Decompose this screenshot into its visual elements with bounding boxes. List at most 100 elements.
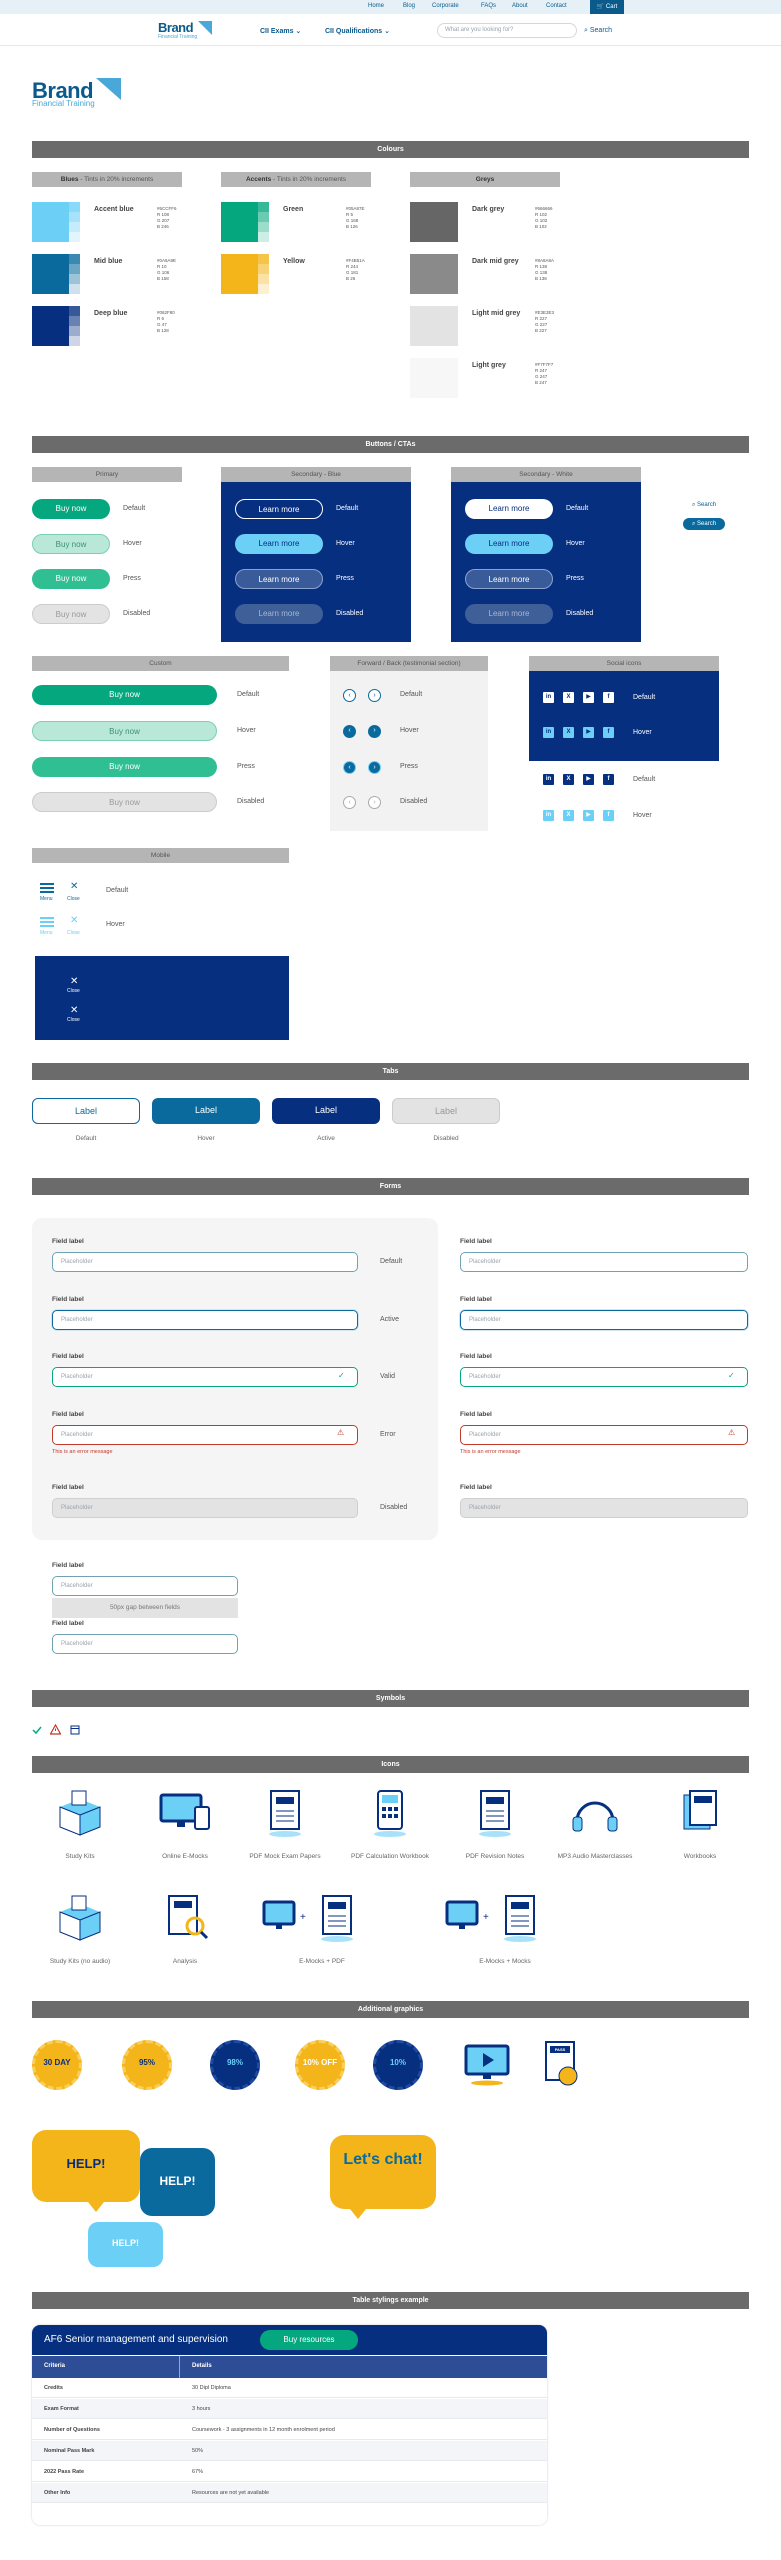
- state-label: Disabled: [380, 1504, 408, 1511]
- text-field[interactable]: Placeholder: [52, 1252, 358, 1272]
- learn-more-blue-button[interactable]: Learn more: [235, 499, 323, 519]
- learn-more-blue-button: Learn more: [235, 604, 323, 624]
- error-message: This is an error message: [52, 1449, 113, 1455]
- table-heading: AF6 Senior management and supervision: [44, 2334, 228, 2345]
- menu-icon-bar: [40, 921, 54, 923]
- search-icon: ⌕: [691, 521, 696, 527]
- close-icon[interactable]: ✕: [70, 881, 78, 892]
- util-link-blog[interactable]: Blog: [403, 3, 415, 9]
- nav-item-cii-exams[interactable]: CII Exams ⌄: [260, 27, 301, 35]
- search-text-button[interactable]: ⌕ Search: [683, 499, 725, 511]
- back-arrow-icon[interactable]: ‹: [343, 725, 356, 738]
- search-button[interactable]: ⌕ Search: [584, 27, 612, 35]
- search-pill-button[interactable]: ⌕ Search: [683, 518, 725, 530]
- buy-now-button[interactable]: Buy now: [32, 499, 110, 519]
- field-label: Field label: [52, 1353, 84, 1360]
- table-row: Other Info Resources are not yet availabl…: [32, 2483, 547, 2503]
- text-field[interactable]: Placeholder: [52, 1425, 358, 1445]
- section-forms: Forms: [32, 1178, 749, 1195]
- table-row: Exam Format 3 hours: [32, 2399, 547, 2419]
- hero-logo-mark-icon: [96, 78, 121, 100]
- table-cell-criteria: Nominal Pass Mark: [44, 2448, 95, 2454]
- facebook-icon[interactable]: f: [603, 774, 614, 785]
- x-icon[interactable]: X: [563, 810, 574, 821]
- colour-tint: [69, 306, 80, 316]
- field-label: Field label: [460, 1353, 492, 1360]
- colour-swatch: [221, 254, 269, 294]
- facebook-icon[interactable]: f: [603, 727, 614, 738]
- search-input[interactable]: What are you looking for?: [437, 23, 577, 38]
- nav-item-cii-qualifications[interactable]: CII Qualifications ⌄: [325, 27, 390, 35]
- cart-button[interactable]: 🛒 Cart: [590, 0, 624, 14]
- util-link-home[interactable]: Home: [368, 3, 384, 9]
- buy-now-button[interactable]: Buy now: [32, 534, 110, 554]
- online-e-mocks-icon: [155, 1787, 215, 1847]
- buy-now-button[interactable]: Buy now: [32, 569, 110, 589]
- text-field: Placeholder: [460, 1498, 748, 1518]
- util-link-corporate[interactable]: Corporate: [432, 3, 459, 9]
- text-field[interactable]: Placeholder: [52, 1310, 358, 1330]
- youtube-icon[interactable]: ▶: [583, 810, 594, 821]
- learn-more-white-button[interactable]: Learn more: [465, 534, 553, 554]
- menu-label: Menu: [40, 896, 53, 902]
- youtube-icon[interactable]: ▶: [583, 727, 594, 738]
- custom-buy-now-button[interactable]: Buy now: [32, 721, 217, 741]
- buy-resources-button[interactable]: Buy resources: [260, 2330, 358, 2350]
- util-link-faqs[interactable]: FAQs: [481, 3, 496, 9]
- text-field[interactable]: Placeholder: [52, 1576, 238, 1596]
- x-icon[interactable]: X: [563, 774, 574, 785]
- linkedin-icon[interactable]: in: [543, 727, 554, 738]
- learn-more-blue-button[interactable]: Learn more: [235, 534, 323, 554]
- close-icon[interactable]: ✕: [70, 1005, 78, 1016]
- text-field[interactable]: Placeholder: [460, 1252, 748, 1272]
- custom-buy-now-button[interactable]: Buy now: [32, 757, 217, 777]
- close-icon[interactable]: ✕: [70, 915, 78, 926]
- state-label: Press: [336, 575, 354, 582]
- state-label: Press: [237, 763, 255, 770]
- youtube-icon[interactable]: ▶: [583, 774, 594, 785]
- tab-caption: Hover: [197, 1135, 215, 1142]
- youtube-icon[interactable]: ▶: [583, 692, 594, 703]
- text-field[interactable]: Placeholder: [52, 1367, 358, 1387]
- state-label: Press: [123, 575, 141, 582]
- col-divider: [179, 2356, 180, 2378]
- linkedin-icon[interactable]: in: [543, 810, 554, 821]
- table-cell-criteria: Number of Questions: [44, 2427, 100, 2433]
- x-icon[interactable]: X: [563, 727, 574, 738]
- forward-arrow-icon[interactable]: ›: [368, 689, 381, 702]
- tab-hover[interactable]: Label: [152, 1098, 260, 1124]
- nav-logo[interactable]: Brand: [158, 20, 194, 35]
- text-field[interactable]: Placeholder: [460, 1425, 748, 1445]
- linkedin-icon[interactable]: in: [543, 774, 554, 785]
- forward-arrow-icon[interactable]: ›: [368, 725, 381, 738]
- text-field[interactable]: Placeholder: [460, 1367, 748, 1387]
- x-icon[interactable]: X: [563, 692, 574, 703]
- learn-more-white-button[interactable]: Learn more: [465, 569, 553, 589]
- swatch-value: B 246: [157, 224, 169, 229]
- tab-default[interactable]: Label: [32, 1098, 140, 1124]
- help-bubble-light: HELP!: [88, 2222, 163, 2267]
- util-link-about[interactable]: About: [512, 3, 528, 9]
- group-custom-title: Custom: [32, 656, 289, 671]
- learn-more-blue-button[interactable]: Learn more: [235, 569, 323, 589]
- close-icon[interactable]: ✕: [70, 976, 78, 987]
- menu-icon-bar: [40, 891, 54, 893]
- back-arrow-icon[interactable]: ‹: [343, 689, 356, 702]
- main-nav: [0, 14, 781, 46]
- tab-active[interactable]: Label: [272, 1098, 380, 1124]
- facebook-icon[interactable]: f: [603, 692, 614, 703]
- learn-more-white-button[interactable]: Learn more: [465, 499, 553, 519]
- text-field[interactable]: Placeholder: [52, 1634, 238, 1654]
- pdf-icon: [490, 1892, 550, 1949]
- custom-buy-now-button[interactable]: Buy now: [32, 685, 217, 705]
- forward-arrow-icon[interactable]: ›: [368, 761, 381, 774]
- facebook-icon[interactable]: f: [603, 810, 614, 821]
- swatch-values: #0A6A9E R 10 G 106 B 158: [157, 258, 176, 282]
- group-blues-title: Blues - Tints in 20% increments: [32, 172, 182, 187]
- menu-icon-bar: [40, 925, 54, 927]
- back-arrow-icon[interactable]: ‹: [343, 761, 356, 774]
- text-field[interactable]: Placeholder: [460, 1310, 748, 1330]
- linkedin-icon[interactable]: in: [543, 692, 554, 703]
- util-link-contact[interactable]: Contact: [546, 3, 567, 9]
- badge-text: 10%: [389, 2058, 406, 2067]
